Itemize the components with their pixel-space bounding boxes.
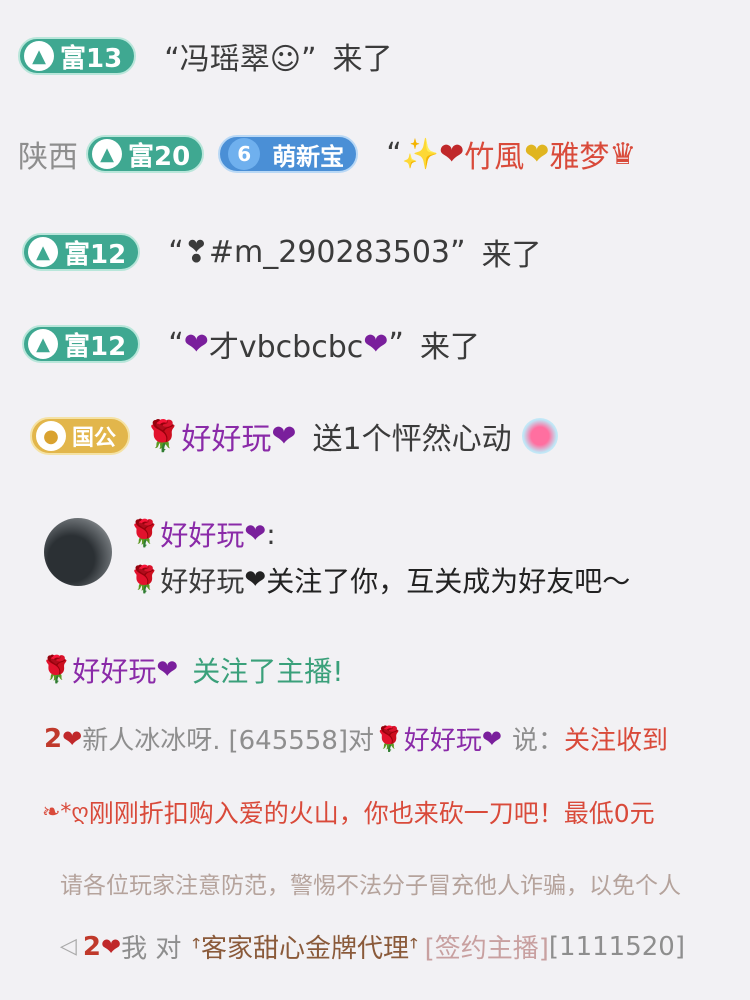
sender-uid: [645558]对 [228, 726, 375, 756]
heart-icon: ❤ [244, 565, 267, 595]
message-row-1: 2 ❤ 新人冰冰呀. [645558]对 🌹 好好玩 ❤ 说： 关注收到 [44, 720, 668, 757]
user-name[interactable]: “❣#m_290283503” [168, 235, 465, 270]
gift-action: 送1个怦然心动 [312, 422, 512, 457]
fan-level: 6 [228, 138, 261, 170]
wealth-badge: ▲ 富20 [86, 135, 205, 173]
promo-text: 刚刚折扣购入爱的火山，你也来砍一刀吧！最低0元 [88, 799, 655, 828]
chat-message: 关注了你，互关成为好友吧～ [266, 565, 631, 598]
name-prefix: “✨ [386, 136, 440, 172]
target-uid: [1111520] [548, 931, 685, 962]
entry-row-4: ▲ 富12 “ ❤ 才vbcbcbc ❤ ” 来了 [22, 322, 480, 366]
user-name[interactable]: 好好玩 [72, 650, 156, 690]
heart-icon: ❤ [439, 136, 465, 172]
rose-icon: 🌹 [144, 418, 182, 454]
safety-notice: 请各位玩家注意防范，警惕不法分子冒充他人诈骗，以免个人 [60, 873, 681, 899]
notice-row: 请各位玩家注意防范，警惕不法分子冒充他人诈骗，以免个人 [60, 866, 681, 900]
user-name-a[interactable]: 竹風 [464, 132, 524, 176]
heart-icon: ❤ [62, 724, 83, 753]
heart-icon: ❤ [244, 519, 267, 549]
promo-row: ❧*ღ 刚刚折扣购入爱的火山，你也来砍一刀吧！最低0元 [42, 794, 655, 830]
speaker-icon: ◁ [60, 934, 77, 959]
noble-badge: ● 国公 [30, 417, 131, 455]
heart-icon: ❤ [524, 136, 550, 172]
gift-heart-icon [521, 418, 558, 454]
entry-suffix: 来了 [419, 330, 480, 365]
wealth-badge: ▲ 富13 [18, 37, 137, 75]
level-icon: ▲ [28, 237, 58, 267]
user-level: 2 [82, 931, 102, 962]
entry-suffix: 来了 [481, 238, 542, 273]
follow-action: 关注了主播! [192, 655, 344, 688]
level-icon: ▲ [24, 41, 54, 71]
message-content: 关注收到 [564, 726, 669, 756]
gift-row: ● 国公 🌹 好好玩 ❤ 送1个怦然心动 [30, 414, 558, 458]
region-label: 陕西 [18, 140, 78, 175]
heart-icon: ❤ [271, 418, 297, 454]
target-name[interactable]: 好好玩 [404, 720, 482, 757]
heart-icon: ❤ [481, 724, 503, 753]
fan-badge: 6 萌新宝 [218, 135, 359, 173]
rose-icon: 🌹 [40, 655, 73, 685]
rose-icon: 🌹 [128, 565, 161, 595]
rose-icon: 🌹 [374, 724, 404, 753]
entry-suffix: 来了 [332, 42, 393, 77]
heart-icon: ❤ [183, 326, 209, 362]
rose-icon: 🌹 [128, 519, 161, 549]
level-icon: ▲ [28, 329, 58, 359]
heart-icon: ❤ [101, 932, 122, 961]
heart-icon: ❤ [156, 655, 179, 685]
user-name[interactable]: 才vbcbcbc [209, 322, 363, 366]
role-tag: [签约主播] [424, 934, 549, 964]
wealth-badge: ▲ 富12 [22, 325, 141, 363]
entry-row-1: ▲ 富13 “冯瑶翠☺” 来了 [18, 34, 393, 78]
user-level: 2 [44, 723, 63, 754]
chat-name-row: 🌹 好好玩 ❤ : [128, 514, 276, 554]
entry-row-2: 陕西 ▲ 富20 6 萌新宝 “✨ ❤ 竹風 ❤ 雅梦 ♛ [18, 132, 636, 176]
sender-name: 我 对 [121, 934, 182, 964]
chat-user-name[interactable]: 好好玩 [160, 514, 244, 554]
chat-mention-name: 好好玩 [160, 565, 245, 598]
wealth-badge: ▲ 富12 [22, 233, 141, 271]
user-name-b[interactable]: 雅梦 [549, 132, 609, 176]
chat-message-row: 🌹 好好玩 ❤ 关注了你，互关成为好友吧～ [128, 560, 630, 600]
sender-name[interactable]: 新人冰冰呀. [82, 720, 220, 757]
entry-row-3: ▲ 富12 “❣#m_290283503” 来了 [22, 230, 542, 274]
avatar[interactable] [44, 518, 112, 586]
follow-row: 🌹 好好玩 ❤ 关注了主播! [40, 650, 343, 690]
crown-icon: ♛ [609, 136, 637, 172]
user-name[interactable]: “冯瑶翠☺” [164, 34, 316, 78]
noble-icon: ● [36, 421, 66, 451]
promo-icons: ❧*ღ [42, 799, 89, 825]
level-icon: ▲ [92, 139, 122, 169]
target-name[interactable]: ꜛ客家甜心金牌代理ꜛ [191, 928, 418, 965]
heart-icon: ❤ [363, 326, 389, 362]
message-row-3: ◁ 2 ❤ 我 对 ꜛ客家甜心金牌代理ꜛ [签约主播] [1111520] [60, 928, 685, 965]
user-name[interactable]: 好好玩 [181, 414, 271, 458]
